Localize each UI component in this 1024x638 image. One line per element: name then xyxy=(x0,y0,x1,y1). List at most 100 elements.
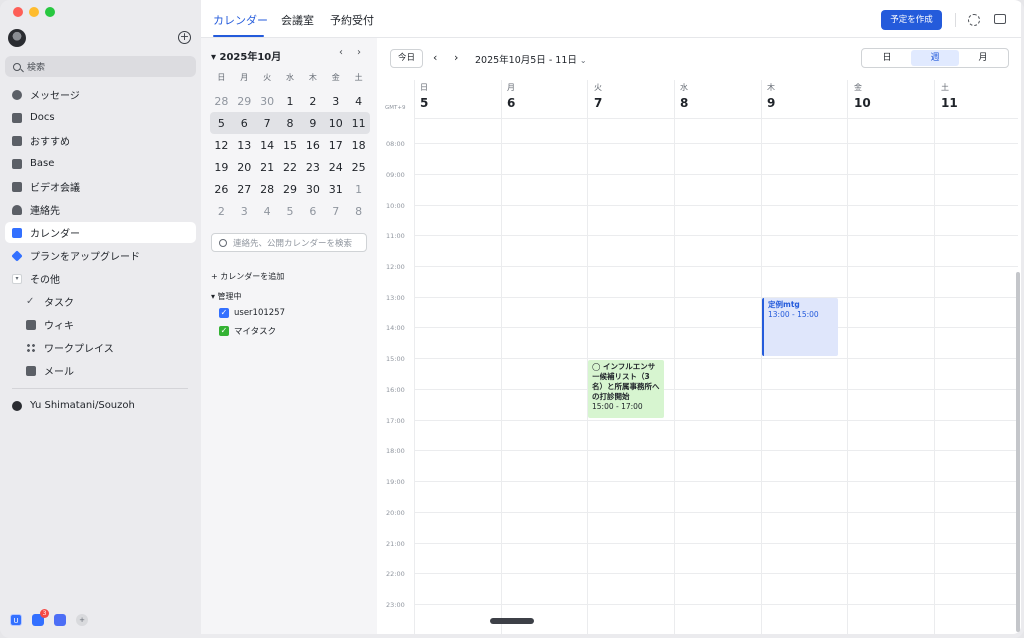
mini-next-month-button[interactable]: › xyxy=(357,47,361,58)
mini-day[interactable]: 9 xyxy=(301,117,324,130)
mini-day[interactable]: 13 xyxy=(233,139,256,152)
sidebar-item-workplace[interactable]: ワークプレイス xyxy=(5,337,196,358)
create-event-button[interactable]: 予定を作成 xyxy=(881,10,942,30)
date-range-picker[interactable]: 2025年10月5日 - 11日 ⌄ xyxy=(475,52,587,66)
zoom-window-button[interactable] xyxy=(45,7,55,17)
mini-day[interactable]: 14 xyxy=(256,139,279,152)
mini-day[interactable]: 24 xyxy=(324,161,347,174)
mini-day[interactable]: 8 xyxy=(347,205,370,218)
mini-day[interactable]: 2 xyxy=(301,95,324,108)
day-header[interactable]: 月6 xyxy=(507,82,515,110)
managed-section-toggle[interactable]: ▾ 管理中 xyxy=(211,291,242,302)
horizontal-scrollbar[interactable] xyxy=(490,618,534,624)
sidebar-item-docs[interactable]: Docs xyxy=(5,107,196,128)
mini-day[interactable]: 12 xyxy=(210,139,233,152)
mini-day[interactable]: 26 xyxy=(210,183,233,196)
mini-prev-month-button[interactable]: ‹ xyxy=(339,47,343,58)
mini-day[interactable]: 7 xyxy=(324,205,347,218)
calendar-search-input[interactable]: 連絡先、公開カレンダーを検索 xyxy=(211,233,367,252)
mini-day[interactable]: 25 xyxy=(347,161,370,174)
share-icon[interactable] xyxy=(994,14,1006,24)
mini-day[interactable]: 30 xyxy=(301,183,324,196)
mini-day[interactable]: 29 xyxy=(279,183,302,196)
mini-day[interactable]: 3 xyxy=(324,95,347,108)
mini-day[interactable]: 10 xyxy=(324,117,347,130)
mini-day[interactable]: 5 xyxy=(210,117,233,130)
mini-day[interactable]: 2 xyxy=(210,205,233,218)
mini-day[interactable]: 18 xyxy=(347,139,370,152)
minimize-window-button[interactable] xyxy=(29,7,39,17)
sidebar-item-contacts[interactable]: 連絡先 xyxy=(5,199,196,220)
close-window-button[interactable] xyxy=(13,7,23,17)
mini-day[interactable]: 17 xyxy=(324,139,347,152)
calendar-item-mytask[interactable]: ✓ マイタスク xyxy=(219,325,276,337)
next-week-button[interactable]: › xyxy=(454,51,458,64)
add-calendar-button[interactable]: + カレンダーを追加 xyxy=(211,271,284,282)
mini-day[interactable]: 15 xyxy=(279,139,302,152)
mini-day[interactable]: 27 xyxy=(233,183,256,196)
mini-day[interactable]: 16 xyxy=(301,139,324,152)
tab-calendar[interactable]: カレンダー xyxy=(213,12,268,28)
notification-icon[interactable]: 3 xyxy=(32,609,49,626)
sidebar-item-messages[interactable]: メッセージ xyxy=(5,84,196,105)
view-month-button[interactable]: 月 xyxy=(959,50,1007,66)
day-header[interactable]: 土 11 xyxy=(941,82,958,110)
mini-calendar-title[interactable]: ▾ 2025年10月 xyxy=(211,48,281,63)
user-workspace-icon[interactable]: U xyxy=(10,614,22,626)
avatar[interactable] xyxy=(8,29,26,47)
day-header[interactable]: 水8 xyxy=(680,82,688,110)
mini-day[interactable]: 8 xyxy=(279,117,302,130)
mini-day[interactable]: 23 xyxy=(301,161,324,174)
today-button[interactable]: 今日 xyxy=(390,49,423,68)
day-header[interactable]: 日5 xyxy=(420,82,428,110)
mini-day[interactable]: 20 xyxy=(233,161,256,174)
sidebar-item-upgrade[interactable]: プランをアップグレード xyxy=(5,245,196,266)
mini-day[interactable]: 3 xyxy=(233,205,256,218)
tab-meeting-rooms[interactable]: 会議室 xyxy=(281,12,314,28)
sidebar-item-video[interactable]: ビデオ会議 xyxy=(5,176,196,197)
week-time-grid[interactable]: 定例mtg 13:00 - 15:00 ◯ インフルエンサー候補リスト（3名）と… xyxy=(414,80,1021,634)
mini-day[interactable]: 19 xyxy=(210,161,233,174)
mini-day[interactable]: 4 xyxy=(256,205,279,218)
sidebar-item-more[interactable]: ▾ その他 xyxy=(5,268,196,289)
view-week-button[interactable]: 週 xyxy=(911,50,959,66)
view-day-button[interactable]: 日 xyxy=(863,50,911,66)
gear-icon[interactable] xyxy=(968,14,980,26)
sidebar-search[interactable]: 検索 xyxy=(5,56,196,77)
tab-booking[interactable]: 予約受付 xyxy=(330,12,374,28)
mini-day[interactable]: 6 xyxy=(233,117,256,130)
mini-day[interactable]: 30 xyxy=(256,95,279,108)
event-block[interactable]: ◯ インフルエンサー候補リスト（3名）と所属事務所への打診開始 15:00 - … xyxy=(588,360,664,418)
mini-day[interactable]: 7 xyxy=(256,117,279,130)
sidebar-item-task[interactable]: ✓ タスク xyxy=(5,291,196,312)
sidebar-item-mail[interactable]: メール xyxy=(5,360,196,381)
mini-day[interactable]: 29 xyxy=(233,95,256,108)
app-icon[interactable] xyxy=(54,614,66,626)
sidebar-item-calendar[interactable]: カレンダー xyxy=(5,222,196,243)
sidebar-item-wiki[interactable]: ウィキ xyxy=(5,314,196,335)
mini-day[interactable]: 4 xyxy=(347,95,370,108)
sidebar-item-base[interactable]: Base xyxy=(5,153,196,174)
add-icon[interactable]: + xyxy=(76,614,88,626)
day-header[interactable]: 木9 xyxy=(767,82,775,110)
day-header[interactable]: 火7 xyxy=(594,82,602,110)
mini-day[interactable]: 1 xyxy=(279,95,302,108)
mini-day[interactable]: 5 xyxy=(279,205,302,218)
checkbox-checked-icon[interactable]: ✓ xyxy=(219,326,229,336)
workspace-switcher[interactable]: Yu Shimatani/Souzoh xyxy=(5,395,196,416)
add-circle-icon[interactable]: + xyxy=(178,31,191,44)
mini-day[interactable]: 28 xyxy=(210,95,233,108)
mini-day[interactable]: 28 xyxy=(256,183,279,196)
mini-day[interactable]: 11 xyxy=(347,117,370,130)
mini-day[interactable]: 6 xyxy=(301,205,324,218)
sidebar-item-recommend[interactable]: おすすめ xyxy=(5,130,196,151)
mini-day[interactable]: 31 xyxy=(324,183,347,196)
prev-week-button[interactable]: ‹ xyxy=(433,51,437,64)
calendar-item-user[interactable]: ✓ user101257 xyxy=(219,308,285,318)
day-header[interactable]: 金 10 xyxy=(854,82,871,110)
mini-day[interactable]: 1 xyxy=(347,183,370,196)
vertical-scrollbar[interactable] xyxy=(1016,272,1020,632)
mini-day[interactable]: 22 xyxy=(279,161,302,174)
mini-day[interactable]: 21 xyxy=(256,161,279,174)
event-block[interactable]: 定例mtg 13:00 - 15:00 xyxy=(762,298,838,356)
